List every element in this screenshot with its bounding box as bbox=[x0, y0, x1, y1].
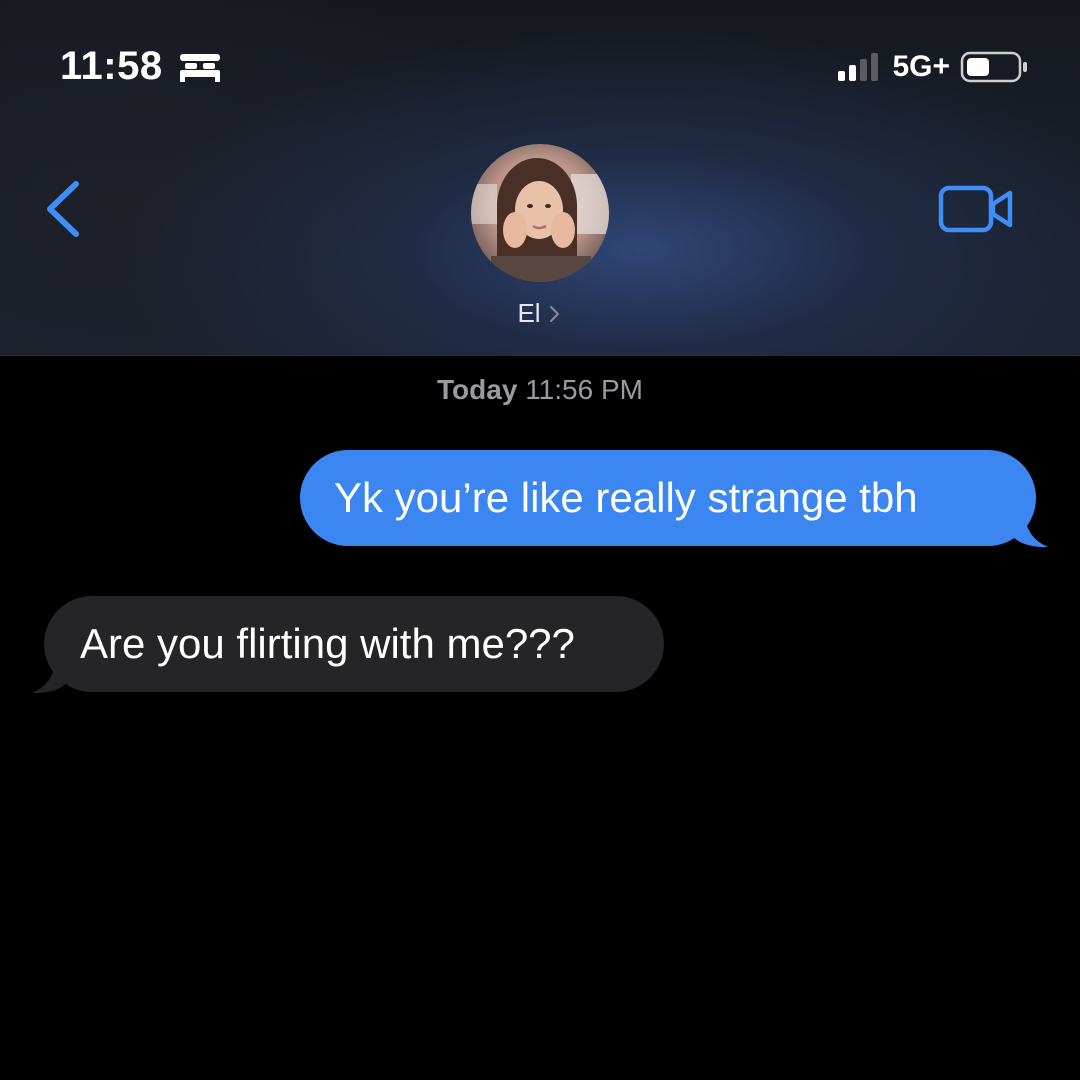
video-camera-icon bbox=[938, 185, 1013, 233]
status-time: 11:58 bbox=[60, 44, 163, 88]
status-bar-right: 5G+ bbox=[836, 50, 1030, 84]
timestamp-day: Today bbox=[437, 374, 518, 405]
conversation-timestamp: Today 11:56 PM bbox=[0, 374, 1080, 406]
contact-avatar-photo bbox=[471, 144, 609, 282]
contact-name-button[interactable]: El bbox=[0, 298, 1080, 329]
signal-bar bbox=[849, 65, 857, 81]
message-text: Are you flirting with me??? bbox=[80, 620, 575, 667]
received-bubble-tail bbox=[32, 658, 70, 694]
back-button[interactable] bbox=[38, 176, 90, 242]
signal-strength-icon bbox=[836, 51, 882, 83]
signal-bar bbox=[860, 59, 868, 81]
signal-bar bbox=[838, 71, 846, 81]
facetime-video-button[interactable] bbox=[938, 184, 1016, 234]
network-type-label: 5G+ bbox=[892, 50, 950, 83]
header-divider bbox=[0, 355, 1080, 356]
received-message-bubble[interactable]: Are you flirting with me??? bbox=[44, 596, 664, 692]
status-bar-left: 11:58 bbox=[60, 44, 223, 89]
messages-screen: 11:58 5G+ El Today 11:56 PM Yk you’re li… bbox=[0, 0, 1080, 1080]
chevron-right-icon bbox=[547, 302, 563, 326]
message-text: Yk you’re like really strange tbh bbox=[334, 474, 918, 521]
battery-icon bbox=[960, 50, 1030, 84]
contact-avatar[interactable] bbox=[471, 144, 609, 282]
conversation-header: 11:58 5G+ El bbox=[0, 0, 1080, 356]
sent-bubble-tail bbox=[1010, 512, 1048, 548]
bed-icon bbox=[177, 50, 223, 84]
chevron-left-icon bbox=[47, 181, 79, 237]
sent-message-bubble[interactable]: Yk you’re like really strange tbh bbox=[300, 450, 1036, 546]
contact-name: El bbox=[517, 298, 541, 328]
timestamp-time: 11:56 PM bbox=[525, 374, 643, 405]
signal-bar bbox=[871, 53, 879, 81]
